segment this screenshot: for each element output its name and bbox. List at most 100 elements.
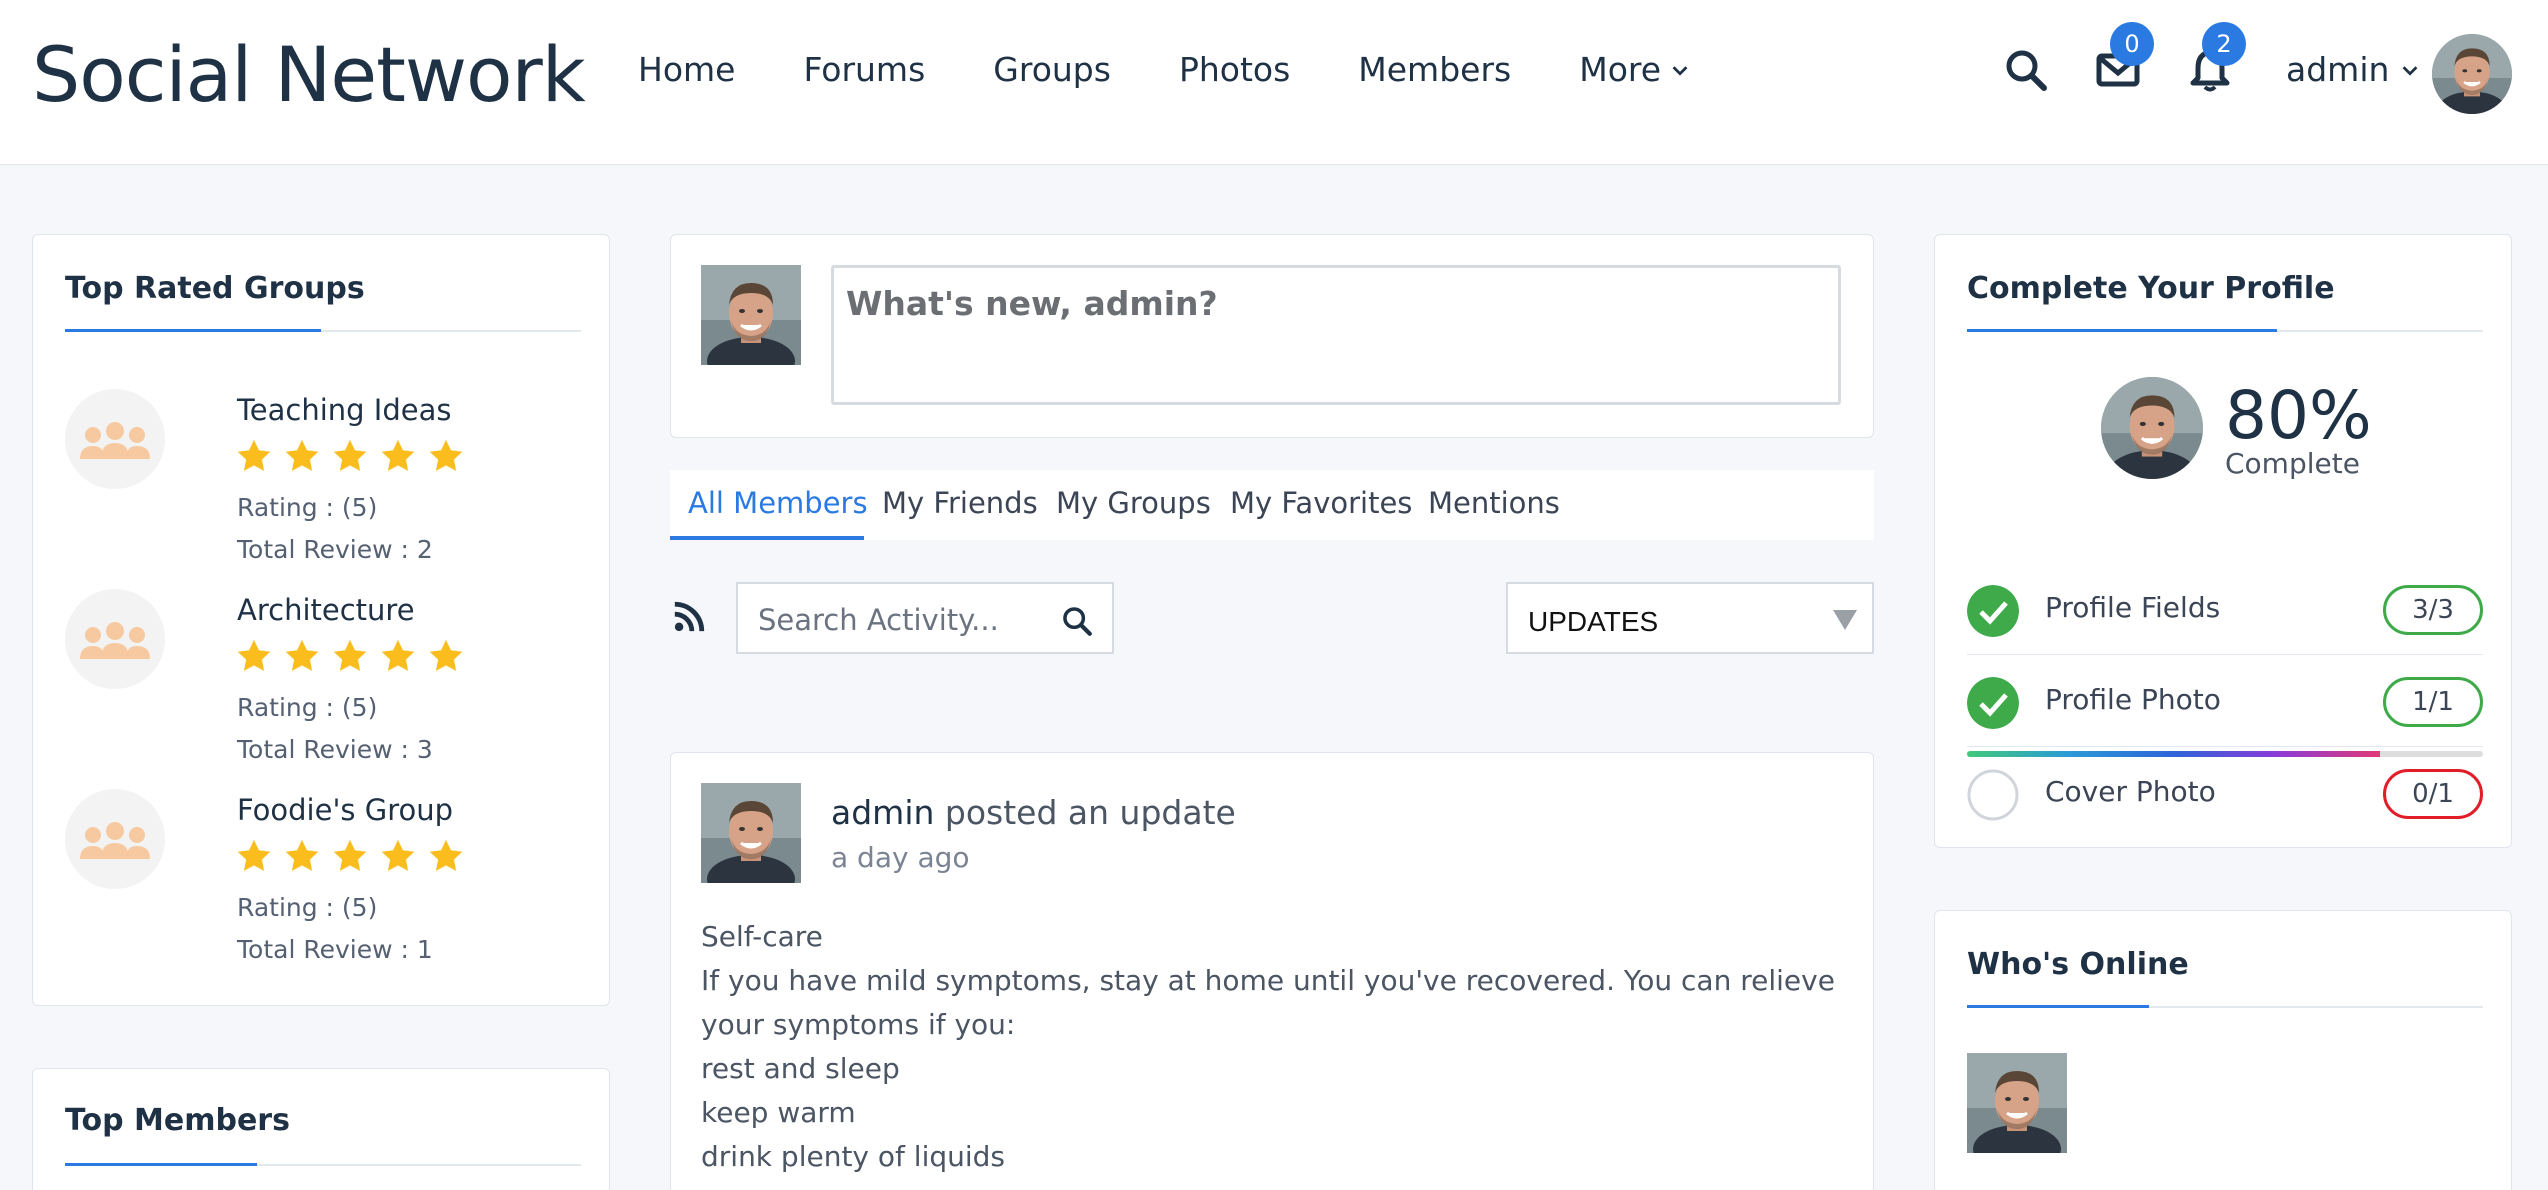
- widget-title: Top Rated Groups: [65, 271, 365, 306]
- group-name[interactable]: Architecture: [237, 593, 415, 627]
- star-icon: [379, 637, 417, 675]
- nav-more-label: More: [1579, 50, 1662, 89]
- activity-post: admin posted an update a day ago Self-ca…: [670, 752, 1874, 1190]
- widget-divider: [65, 329, 581, 332]
- post-line: Self-care: [701, 920, 823, 953]
- post-line: rest and sleep: [701, 1052, 900, 1085]
- nav-forums-label: Forums: [803, 50, 926, 89]
- star-icon: [427, 637, 465, 675]
- group-name[interactable]: Teaching Ideas: [237, 393, 451, 427]
- select-value: UPDATES: [1528, 606, 1659, 637]
- group-rating: Rating : (5): [237, 693, 378, 722]
- nav-groups[interactable]: Groups: [993, 50, 1111, 89]
- profile-completion-widget: Complete Your Profile 80% Complete Profi…: [1934, 234, 2512, 848]
- star-icon: [427, 437, 465, 475]
- activity-tabs: All Members My Friends My Groups My Favo…: [670, 470, 1874, 540]
- messages-badge: 0: [2110, 22, 2154, 66]
- site-logo[interactable]: Social Network: [32, 30, 586, 119]
- widget-title: Complete Your Profile: [1967, 271, 2335, 306]
- star-icon: [379, 837, 417, 875]
- star-icon: [235, 637, 273, 675]
- widget-divider: [65, 1163, 581, 1166]
- check-circle-icon: [1967, 677, 2019, 729]
- star-icon: [427, 837, 465, 875]
- post-author-avatar[interactable]: [701, 783, 801, 883]
- tab-my-groups[interactable]: My Groups: [1056, 486, 1211, 520]
- star-icon: [283, 637, 321, 675]
- rss-icon[interactable]: [672, 600, 706, 634]
- chevron-down-icon: [1672, 65, 1688, 76]
- star-icon: [331, 837, 369, 875]
- search-activity-input[interactable]: Search Activity...: [736, 582, 1114, 654]
- post-header: admin posted an update: [831, 793, 1236, 832]
- activity-type-select[interactable]: UPDATES: [1506, 582, 1874, 654]
- online-member-avatar[interactable]: [1967, 1053, 2067, 1153]
- group-icon: [65, 389, 165, 489]
- star-rating: [235, 837, 465, 875]
- nav-groups-label: Groups: [993, 50, 1111, 89]
- profile-photo-row[interactable]: Profile Photo 1/1: [1967, 655, 2483, 747]
- profile-fields-row[interactable]: Profile Fields 3/3: [1967, 563, 2483, 655]
- user-avatar[interactable]: [2432, 34, 2512, 114]
- row-count-badge: 1/1: [2383, 677, 2483, 727]
- main-nav: Home Forums Groups Photos Members More: [638, 50, 1759, 89]
- post-line: keep warm: [701, 1096, 856, 1129]
- post-timestamp[interactable]: a day ago: [831, 841, 970, 874]
- widget-title: Top Members: [65, 1103, 290, 1138]
- row-count-badge: 0/1: [2383, 769, 2483, 819]
- nav-more[interactable]: More: [1579, 50, 1691, 89]
- top-rated-groups-widget: Top Rated Groups Teaching Ideas Rating :…: [32, 234, 610, 1006]
- row-label: Profile Fields: [2045, 591, 2221, 624]
- completion-label: Complete: [2225, 447, 2360, 480]
- nav-photos-label: Photos: [1178, 50, 1291, 89]
- star-icon: [331, 637, 369, 675]
- tab-my-favorites[interactable]: My Favorites: [1230, 486, 1412, 520]
- composer-placeholder: What's new, admin?: [846, 284, 1218, 323]
- row-count-badge: 3/3: [2383, 585, 2483, 635]
- star-icon: [379, 437, 417, 475]
- group-rating: Rating : (5): [237, 493, 378, 522]
- group-rating: Rating : (5): [237, 893, 378, 922]
- star-rating: [235, 437, 465, 475]
- post-action: posted an update: [934, 793, 1236, 832]
- top-members-widget: Top Members: [32, 1068, 610, 1190]
- search-icon[interactable]: [1060, 604, 1094, 638]
- star-icon: [235, 437, 273, 475]
- nav-members-label: Members: [1358, 50, 1512, 89]
- composer-avatar: [701, 265, 801, 365]
- tab-all-members[interactable]: All Members: [688, 486, 868, 520]
- username-label: admin: [2286, 50, 2390, 89]
- notifications-badge: 2: [2202, 22, 2246, 66]
- post-line: drink plenty of liquids: [701, 1140, 1006, 1173]
- widget-divider: [1967, 1005, 2483, 1008]
- chevron-down-icon: [2403, 65, 2418, 76]
- tab-my-friends[interactable]: My Friends: [882, 486, 1038, 520]
- post-content: Self-care If you have mild symptoms, sta…: [701, 915, 1861, 1179]
- nav-photos[interactable]: Photos: [1179, 50, 1290, 89]
- post-line: If you have mild symptoms, stay at home …: [701, 964, 1835, 1041]
- whos-online-widget: Who's Online: [1934, 910, 2512, 1190]
- nav-forums[interactable]: Forums: [803, 50, 925, 89]
- user-menu[interactable]: admin: [2286, 50, 2421, 89]
- group-reviews: Total Review : 1: [237, 935, 433, 964]
- check-circle-icon: [1967, 585, 2019, 637]
- empty-circle-icon: [1967, 769, 2019, 821]
- group-reviews: Total Review : 3: [237, 735, 433, 764]
- nav-members[interactable]: Members: [1358, 50, 1511, 89]
- star-icon: [283, 437, 321, 475]
- widget-divider: [1967, 329, 2483, 332]
- whats-new-input[interactable]: What's new, admin?: [831, 265, 1841, 405]
- search-icon[interactable]: [2002, 46, 2050, 94]
- star-icon: [235, 837, 273, 875]
- post-author-link[interactable]: admin: [831, 793, 934, 832]
- nav-home[interactable]: Home: [638, 50, 735, 89]
- top-header: Social Network Home Forums Groups Photos…: [0, 0, 2548, 165]
- group-icon: [65, 789, 165, 889]
- cover-photo-row[interactable]: Cover Photo 0/1: [1967, 747, 2483, 839]
- tab-mentions[interactable]: Mentions: [1428, 486, 1560, 520]
- star-icon: [283, 837, 321, 875]
- active-tab-indicator: [670, 536, 864, 540]
- row-label: Cover Photo: [2045, 775, 2216, 808]
- group-name[interactable]: Foodie's Group: [237, 793, 453, 827]
- triangle-down-icon: [1833, 610, 1857, 630]
